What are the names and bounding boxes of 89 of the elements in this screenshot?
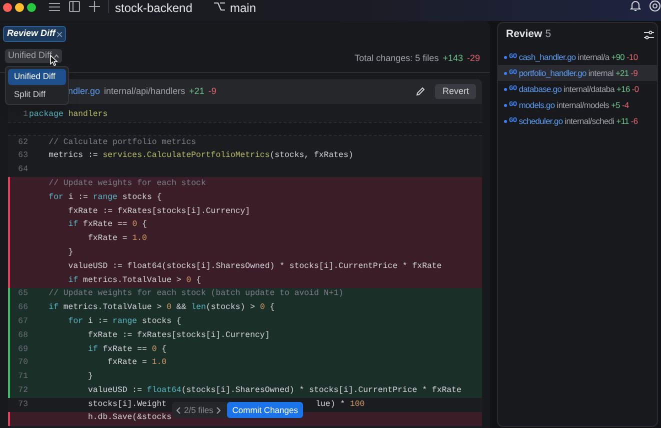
added-code-line: if metrics.TotalValue > 0 && len(stocks) > 0 { xyxy=(48,302,275,314)
file-name[interactable]: ndler.go xyxy=(68,84,100,98)
branch-icon xyxy=(214,1,225,12)
commit-changes-button[interactable]: Commit Changes xyxy=(227,402,303,418)
file-path: internal xyxy=(588,66,614,80)
next-icon[interactable] xyxy=(216,406,222,414)
added-code-line: for i := range stocks { xyxy=(67,316,182,328)
view-dropdown[interactable]: Unified Diff xyxy=(5,49,62,63)
settings-icon[interactable] xyxy=(649,0,661,12)
removed-count: -10 xyxy=(626,50,638,64)
line-number: 73 xyxy=(17,398,28,411)
added-count: +5 xyxy=(611,98,620,112)
file-path: internal/api/handlers xyxy=(104,84,186,98)
close-icon[interactable] xyxy=(57,32,62,36)
file-name: database.go xyxy=(518,82,562,96)
filter-icon[interactable] xyxy=(644,30,654,40)
menu-icon[interactable] xyxy=(49,2,60,12)
project-name[interactable]: stock-backend xyxy=(115,0,192,17)
code-line: lue) * 100 xyxy=(314,398,365,411)
added-count: +90 xyxy=(611,50,625,64)
code-line: package handlers xyxy=(28,108,108,121)
plus-icon[interactable] xyxy=(89,1,100,12)
mouse-cursor-icon xyxy=(50,55,58,66)
review-diff-tab[interactable]: Review Diff xyxy=(3,26,66,42)
added-code-line: // Update weights for each stock (batch update to avoid N+1) xyxy=(48,288,344,300)
removed-count: -9 xyxy=(630,66,638,80)
file-name: portfolio_handler.go xyxy=(518,66,586,80)
line-number: 68 xyxy=(17,330,28,342)
removed-count: -29 xyxy=(466,52,480,66)
sidebar-icon[interactable] xyxy=(69,1,80,12)
removed-code-line: // Update weights for each stock xyxy=(48,178,206,190)
file-path: internal/models xyxy=(556,98,610,112)
removed-code-line: fxRate := fxRates[stocks[i].Currency] xyxy=(67,206,250,218)
line-number: 62 xyxy=(17,136,28,149)
review-title: Review xyxy=(506,27,542,42)
line-number: 71 xyxy=(17,371,28,384)
removed-count: -0 xyxy=(632,82,639,96)
added-count: +21 xyxy=(189,84,204,98)
file-name: models.go xyxy=(518,98,555,112)
file-path: internal/databa xyxy=(564,82,615,96)
line-number: 70 xyxy=(17,357,28,370)
added-code-line: fxRate := fxRates[stocks[i].Currency] xyxy=(86,330,270,342)
removed-code-line: if metrics.TotalValue > 0 { xyxy=(67,274,201,287)
line-number: 65 xyxy=(17,288,28,300)
added-code-line: if fxRate == 0 { xyxy=(86,344,167,356)
line-number: 64 xyxy=(17,164,28,176)
file-position: 2/5 files xyxy=(184,404,214,416)
removed-code-line: valueUSD := float64(stocks[i].SharesOwned) * stocks[i].CurrentPrice * fxRate xyxy=(67,260,442,273)
added-count: +11 xyxy=(616,114,629,128)
line-number: 67 xyxy=(17,316,28,328)
line-number: 72 xyxy=(17,384,28,397)
pencil-icon[interactable] xyxy=(416,87,426,96)
removed-code-line: for i := range stocks { xyxy=(48,192,162,204)
removed-count: -6 xyxy=(630,114,638,128)
previous-icon[interactable] xyxy=(176,406,181,414)
notification-bell-icon[interactable] xyxy=(630,0,641,12)
code-line: stocks[i].Weight xyxy=(86,398,167,411)
code-line: // Calculate portfolio metrics xyxy=(48,136,196,149)
menu-item[interactable]: Split Diff xyxy=(8,86,66,102)
total-changes-label: Total changes: 5 files xyxy=(354,52,439,66)
added-code-line: valueUSD := float64(stocks[i].SharesOwned) * stocks[i].CurrentPrice * fxRate xyxy=(86,384,462,397)
maximize-window-button[interactable] xyxy=(27,3,36,12)
line-number: 66 xyxy=(17,302,28,314)
removed-code-line: fxRate = 1.0 xyxy=(86,233,147,246)
added-code-line: fxRate = 1.0 xyxy=(106,357,167,370)
file-path: internal/schedi xyxy=(564,114,614,128)
removed-code-line: h.db.Save(&stocks xyxy=(86,412,172,424)
removed-count: -9 xyxy=(208,84,216,98)
caret-icon xyxy=(54,54,59,58)
menu-item[interactable]: Unified Diff xyxy=(8,69,66,84)
branch-name[interactable]: main xyxy=(230,0,256,17)
code-line: metrics := services.CalculatePortfolioMetrics(stocks, fxRates) xyxy=(48,150,354,162)
added-count: +21 xyxy=(615,66,629,80)
file-path: internal/a xyxy=(578,50,610,64)
close-window-button[interactable] xyxy=(3,3,12,12)
file-name: scheduler.go xyxy=(518,114,563,128)
removed-count: -4 xyxy=(622,98,629,112)
removed-code-line: if fxRate == 0 { xyxy=(67,219,147,232)
added-count: +16 xyxy=(616,82,630,96)
removed-code-line: } xyxy=(67,246,74,259)
line-number: 63 xyxy=(17,150,28,162)
revert-button[interactable]: Revert xyxy=(435,84,476,99)
minimize-window-button[interactable] xyxy=(15,3,24,12)
review-count: 5 xyxy=(545,27,552,42)
added-count: +143 xyxy=(442,52,463,66)
line-number: 69 xyxy=(17,344,28,356)
file-name: cash_handler.go xyxy=(518,50,576,64)
added-code-line: } xyxy=(86,371,93,384)
line-number: 1 xyxy=(22,108,28,121)
